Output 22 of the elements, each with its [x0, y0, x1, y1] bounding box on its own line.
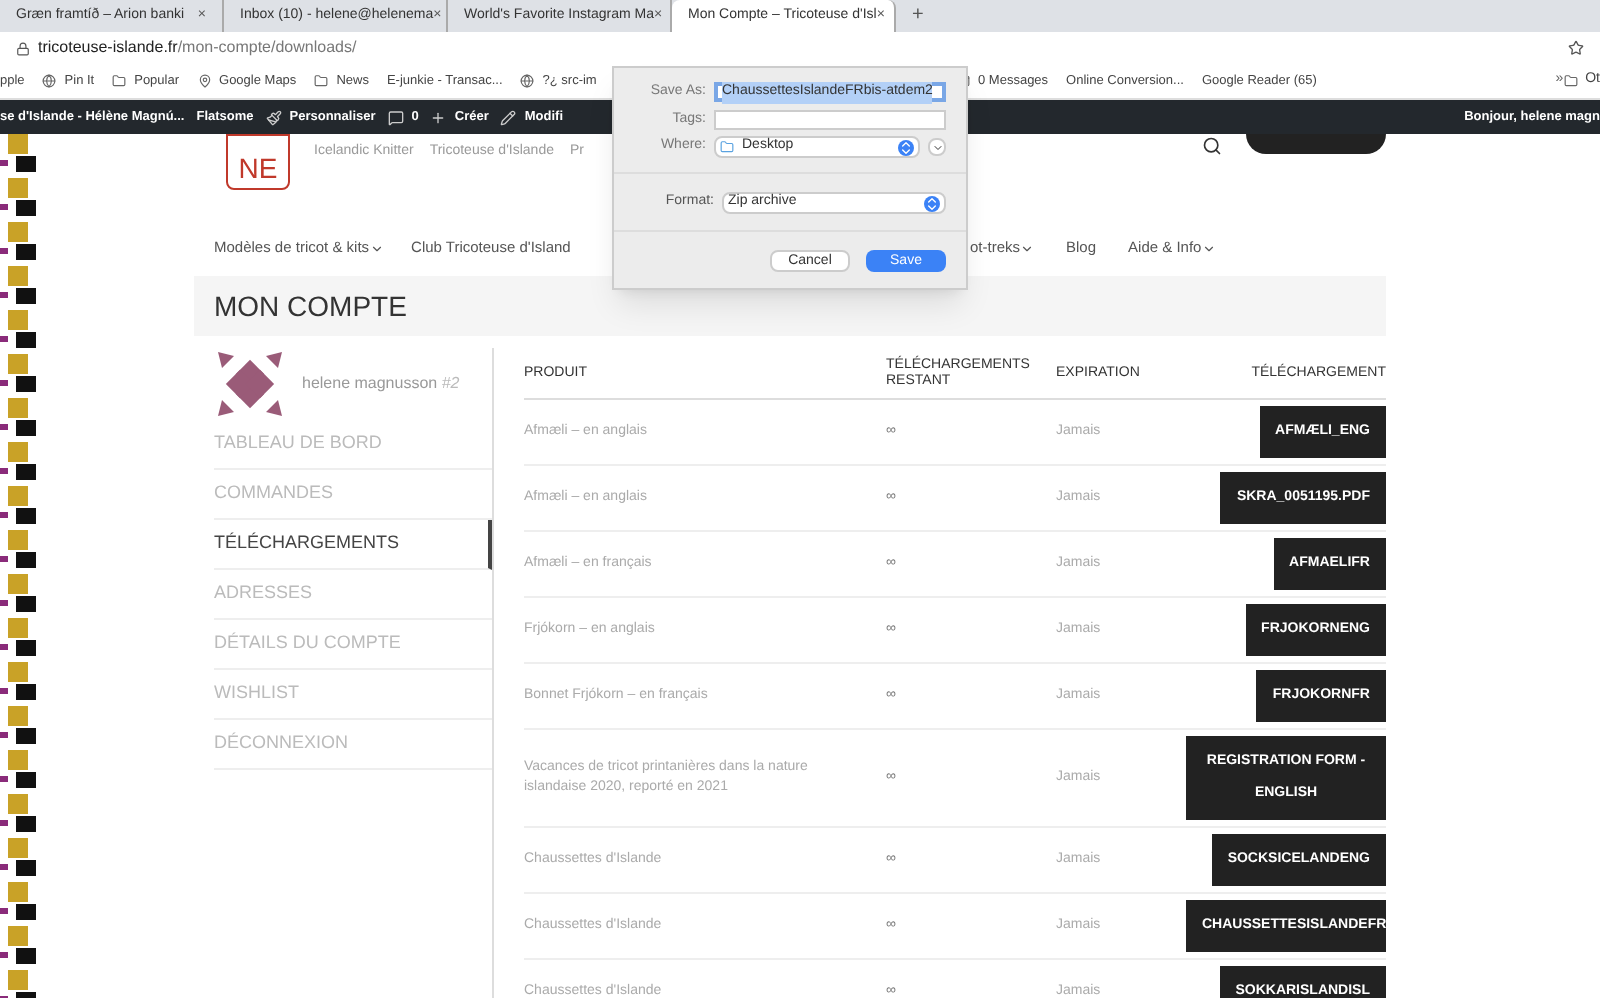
admin-icon: [430, 109, 447, 125]
lock-icon: [16, 41, 30, 55]
admin-icon: [387, 109, 404, 125]
tags-field[interactable]: [714, 109, 946, 130]
stepper-icon: [898, 139, 914, 155]
admin-icon: [265, 109, 282, 125]
page-title: MON COMPTE: [214, 287, 407, 325]
account-menu-item[interactable]: TÉLÉCHARGEMENTS: [214, 520, 492, 570]
search-icon[interactable]: [1202, 136, 1222, 156]
site-logo[interactable]: NE: [226, 134, 290, 190]
new-tab-button[interactable]: +: [896, 0, 940, 32]
folder-icon: [720, 140, 734, 154]
chevron-down-icon: [931, 141, 943, 153]
bookmark-star-icon[interactable]: [1568, 40, 1584, 56]
header-button[interactable]: [1246, 134, 1386, 154]
url-text[interactable]: tricoteuse-islande.fr/mon-compte/downloads/: [38, 36, 357, 60]
user-name: helene magnusson #2: [302, 372, 460, 396]
stepper-icon: [924, 195, 940, 211]
folder-icon: [1563, 74, 1578, 88]
admin-icon: [500, 109, 517, 125]
expand-button[interactable]: [928, 138, 946, 156]
avatar-pattern-icon: [214, 348, 286, 420]
